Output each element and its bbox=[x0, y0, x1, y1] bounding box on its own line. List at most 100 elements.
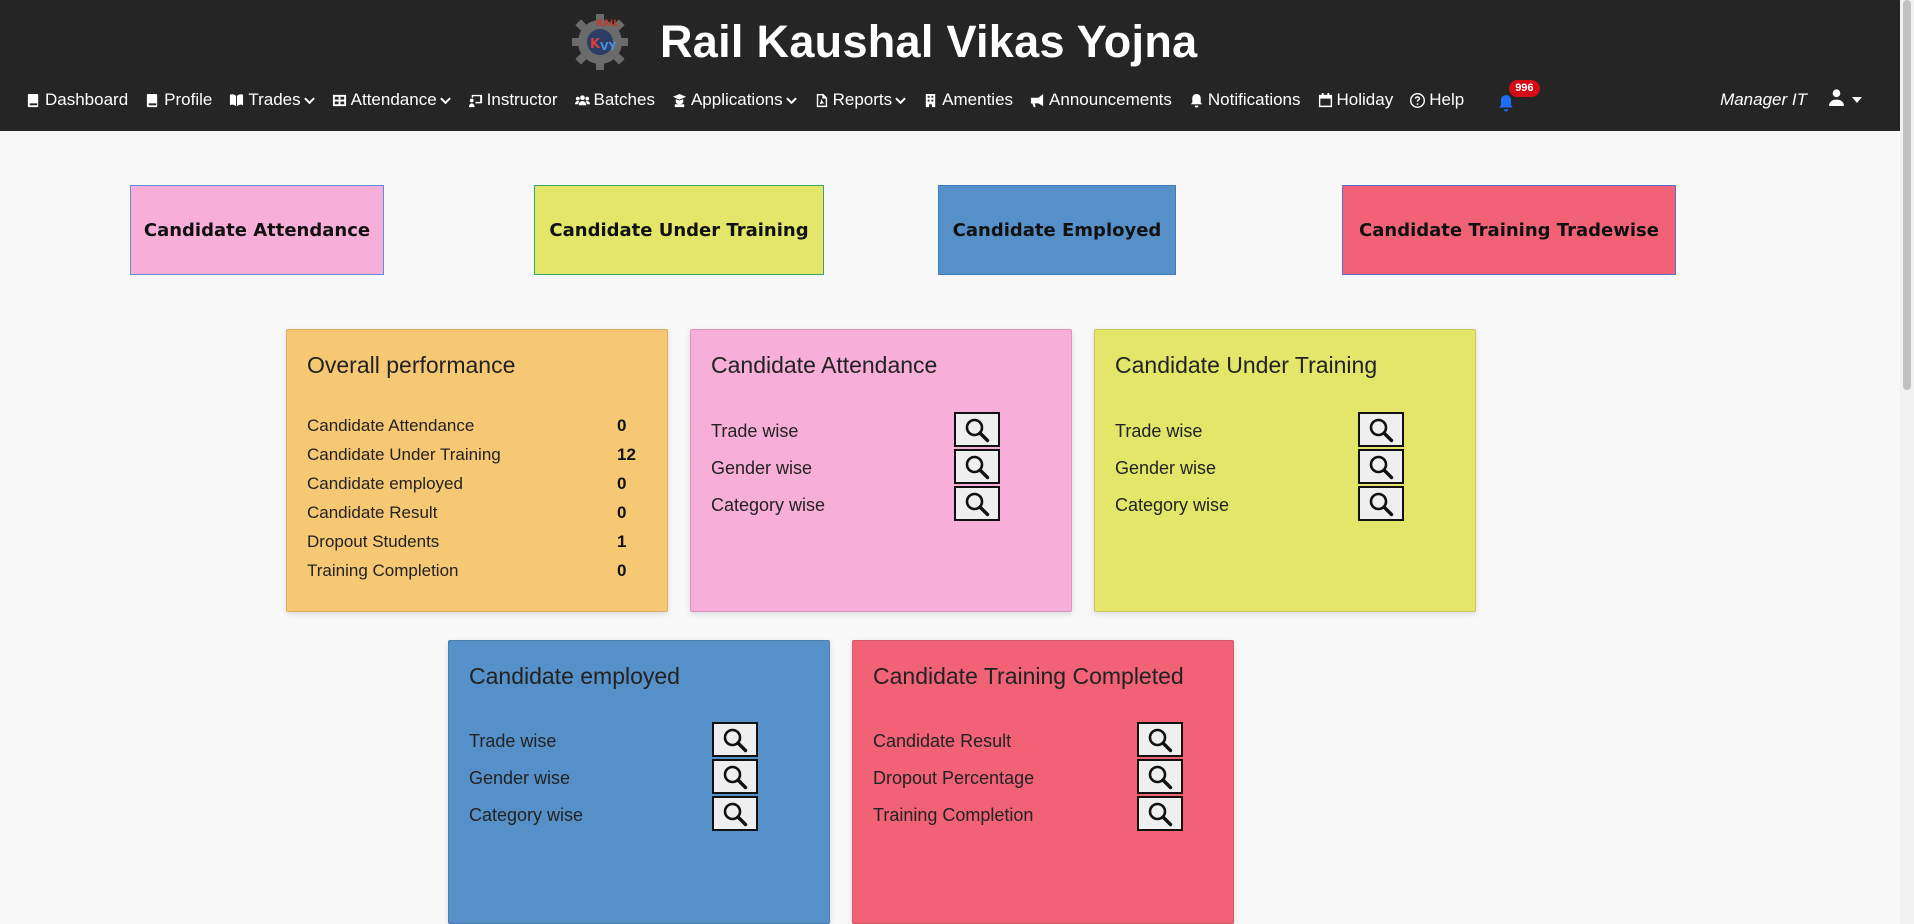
candidate-employed-button[interactable]: Candidate Employed bbox=[938, 185, 1176, 275]
perf-label: Candidate Attendance bbox=[307, 416, 475, 435]
category-wise-search-button[interactable] bbox=[1358, 486, 1404, 521]
nav-dashboard-label: Dashboard bbox=[45, 90, 129, 109]
row-label: Gender wise bbox=[711, 458, 813, 478]
instructor-icon bbox=[468, 94, 482, 107]
search-icon bbox=[1369, 492, 1394, 516]
card-title: Candidate Under Training bbox=[1115, 352, 1378, 378]
book-icon bbox=[147, 93, 158, 107]
training-completion-search-button[interactable] bbox=[1137, 796, 1183, 831]
row-label: Candidate Result bbox=[873, 731, 1012, 751]
perf-value: 0 bbox=[617, 503, 627, 522]
bell-icon bbox=[1190, 93, 1203, 108]
perf-label: Dropout Students bbox=[307, 532, 440, 551]
perf-value: 0 bbox=[617, 561, 627, 580]
nav-help[interactable]: Help bbox=[1410, 90, 1464, 110]
calendar-icon bbox=[1318, 92, 1332, 107]
trade-wise-search-button[interactable] bbox=[712, 722, 758, 757]
brand[interactable]: RAIL K VY Rail Kaushal Vikas Yojna bbox=[566, 12, 1197, 72]
trade-wise-search-button[interactable] bbox=[954, 412, 1000, 447]
dropdown-caret-icon[interactable] bbox=[1852, 97, 1862, 103]
perf-value: 1 bbox=[617, 532, 627, 551]
book-icon bbox=[27, 93, 39, 107]
category-wise-search-button[interactable] bbox=[954, 486, 1000, 521]
nav-profile[interactable]: Profile bbox=[145, 90, 212, 110]
nav-amenties-label: Amenties bbox=[942, 90, 1014, 109]
users-icon bbox=[574, 94, 590, 105]
gender-wise-search-button[interactable] bbox=[1358, 449, 1404, 484]
nav-holiday[interactable]: Holiday bbox=[1318, 90, 1393, 110]
nav-announcements[interactable]: Announcements bbox=[1030, 90, 1172, 110]
svg-text:VY: VY bbox=[600, 40, 618, 53]
candidate-training-completed-card: Candidate Training Completed Candidate R… bbox=[852, 640, 1234, 924]
candidate-attendance-button[interactable]: Candidate Attendance bbox=[130, 185, 384, 275]
candidate-under-training-card: Candidate Under Training Trade wise Gend… bbox=[1094, 329, 1476, 612]
nav-profile-label: Profile bbox=[164, 90, 213, 109]
perf-label: Candidate Under Training bbox=[307, 445, 501, 464]
notification-count-badge: 996 bbox=[1509, 80, 1540, 97]
question-circle-icon bbox=[1410, 92, 1426, 108]
nav-reports[interactable]: Reports bbox=[814, 90, 907, 110]
user-menu[interactable]: Manager IT bbox=[1720, 84, 1862, 116]
nav-instructor-label: Instructor bbox=[486, 90, 558, 109]
trade-wise-search-button[interactable] bbox=[1358, 412, 1404, 447]
chevron-down-icon bbox=[439, 96, 451, 104]
chevron-down-icon bbox=[785, 96, 797, 104]
perf-value: 12 bbox=[617, 445, 636, 464]
row-label: Category wise bbox=[1115, 495, 1230, 515]
svg-text:RAIL: RAIL bbox=[596, 19, 619, 29]
top-navbar: RAIL K VY Rail Kaushal Vikas Yojna Dashb… bbox=[0, 0, 1900, 131]
row-label: Gender wise bbox=[1115, 458, 1217, 478]
nav-batches[interactable]: Batches bbox=[574, 90, 655, 110]
gender-wise-search-button[interactable] bbox=[954, 449, 1000, 484]
nav-dashboard[interactable]: Dashboard bbox=[26, 90, 128, 110]
nav-amenties[interactable]: Amenties bbox=[923, 90, 1013, 110]
table-icon bbox=[332, 94, 346, 106]
search-icon bbox=[965, 455, 990, 479]
row-label: Dropout Percentage bbox=[873, 768, 1035, 788]
nav-applications[interactable]: Applications bbox=[672, 90, 797, 110]
search-icon bbox=[1369, 418, 1394, 442]
page-scrollbar[interactable] bbox=[1900, 0, 1914, 924]
nav-trades[interactable]: Trades bbox=[229, 90, 315, 110]
search-icon bbox=[1148, 728, 1173, 752]
category-wise-search-button[interactable] bbox=[712, 796, 758, 831]
chevron-down-icon bbox=[303, 96, 315, 104]
search-icon bbox=[1369, 455, 1394, 479]
nav-notifications[interactable]: Notifications bbox=[1189, 90, 1301, 110]
notification-bell[interactable]: 996 bbox=[1497, 80, 1540, 112]
row-label: Trade wise bbox=[1115, 421, 1203, 441]
nav-reports-label: Reports bbox=[832, 90, 893, 109]
nav-notifications-label: Notifications bbox=[1207, 90, 1301, 109]
search-icon bbox=[723, 765, 748, 789]
search-icon bbox=[965, 418, 990, 442]
user-icon[interactable] bbox=[1829, 89, 1844, 111]
card-title: Candidate employed bbox=[469, 663, 680, 689]
gender-wise-search-button[interactable] bbox=[712, 759, 758, 794]
nav-instructor[interactable]: Instructor bbox=[468, 90, 558, 110]
card-title: Candidate Training Completed bbox=[873, 663, 1184, 689]
nav-attendance-label: Attendance bbox=[350, 90, 437, 109]
nav-help-label: Help bbox=[1429, 90, 1465, 109]
nav-attendance[interactable]: Attendance bbox=[332, 90, 451, 110]
dropout-percentage-search-button[interactable] bbox=[1137, 759, 1183, 794]
nav-trades-label: Trades bbox=[248, 90, 301, 109]
pdf-file-icon bbox=[816, 93, 827, 107]
candidate-training-tradewise-button[interactable]: Candidate Training Tradewise bbox=[1342, 185, 1676, 275]
nav-applications-label: Applications bbox=[690, 90, 783, 109]
search-icon bbox=[723, 802, 748, 826]
perf-value: 0 bbox=[617, 474, 627, 493]
megaphone-icon bbox=[1030, 93, 1044, 107]
open-book-icon bbox=[230, 93, 244, 106]
button-label: Candidate Under Training bbox=[549, 219, 809, 241]
rail-kvy-logo: RAIL K VY bbox=[572, 14, 628, 70]
perf-label: Candidate Result bbox=[307, 503, 438, 522]
scrollbar-thumb[interactable] bbox=[1903, 0, 1911, 390]
nav-batches-label: Batches bbox=[593, 90, 655, 109]
button-label: Candidate Training Tradewise bbox=[1359, 219, 1659, 241]
button-label: Candidate Attendance bbox=[143, 219, 371, 241]
candidate-under-training-button[interactable]: Candidate Under Training bbox=[534, 185, 824, 275]
main-nav: Dashboard Profile Trades Attendance Inst… bbox=[26, 80, 1540, 116]
candidate-result-search-button[interactable] bbox=[1137, 722, 1183, 757]
candidate-attendance-card: Candidate Attendance Trade wise Gender w… bbox=[690, 329, 1072, 612]
chevron-down-icon bbox=[895, 96, 906, 104]
